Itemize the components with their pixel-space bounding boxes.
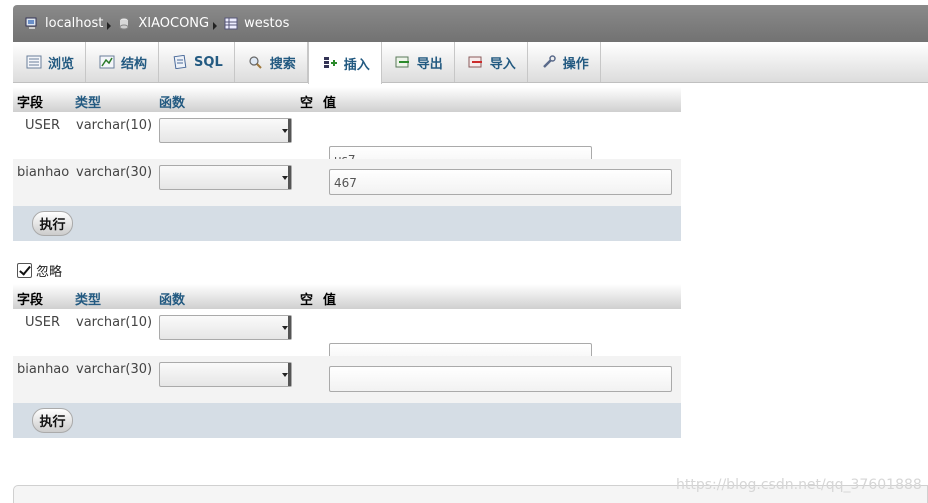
import-icon [468, 55, 484, 69]
column-header-type[interactable]: 类型 [75, 92, 101, 111]
chevron-down-icon [282, 176, 288, 180]
column-header-function[interactable]: 函数 [159, 289, 185, 308]
table-header: 字段 类型 函数 空 值 [13, 87, 681, 112]
tab-export-label: 导出 [416, 56, 443, 72]
execute-button[interactable]: 执行 [32, 408, 73, 433]
breadcrumb-table[interactable]: westos [224, 16, 289, 31]
field-type: varchar(30) [76, 165, 153, 180]
tab-export[interactable]: 导出 [382, 42, 455, 82]
breadcrumb-server[interactable]: localhost [25, 16, 103, 31]
breadcrumb-server-label: localhost [45, 16, 104, 31]
tab-sql[interactable]: SQL [159, 42, 235, 82]
tab-search-label: 搜索 [269, 56, 296, 72]
watermark: https://blog.csdn.net/qq_37601888 [676, 477, 922, 493]
function-select[interactable] [159, 315, 292, 340]
breadcrumb-separator-icon [107, 22, 112, 30]
field-type: varchar(30) [76, 362, 153, 377]
field-type: varchar(10) [76, 315, 153, 330]
column-header-value: 值 [323, 293, 337, 308]
ignore-option[interactable]: 忽略 [17, 261, 62, 280]
chevron-down-icon [282, 373, 288, 377]
execute-row: 执行 [13, 403, 681, 438]
insert-form-2: 字段 类型 函数 空 值 USER varchar(10) bianhao va… [13, 284, 681, 438]
tab-insert[interactable]: 插入 [307, 42, 382, 84]
insert-form-1: 字段 类型 函数 空 值 USER varchar(10) us7 bianha… [13, 87, 681, 241]
chevron-down-icon [282, 129, 288, 133]
value-input[interactable] [329, 366, 672, 392]
function-select[interactable] [159, 118, 292, 143]
breadcrumb-database-label: XIAOCONG [138, 16, 210, 31]
breadcrumb-table-label: westos [244, 16, 290, 31]
field-type: varchar(10) [76, 118, 153, 133]
tab-sql-label: SQL [194, 54, 223, 70]
tab-insert-label: 插入 [343, 57, 370, 73]
tab-browse[interactable]: 浏览 [13, 42, 87, 82]
breadcrumb-database[interactable]: XIAOCONG [118, 16, 209, 31]
column-header-function[interactable]: 函数 [159, 92, 185, 111]
tab-import-label: 导入 [489, 56, 516, 72]
breadcrumb: localhost XIAOCONG westos [13, 5, 928, 42]
tab-bar: 浏览 结构 SQL 搜索 插入 导出 导入 操作 [13, 42, 928, 84]
column-header-field: 字段 [17, 293, 44, 308]
wrench-icon [541, 55, 557, 69]
tab-structure-label: 结构 [121, 56, 148, 72]
table-row: USER varchar(10) us7 [13, 112, 681, 172]
table-row: bianhao varchar(30) [13, 356, 681, 403]
export-icon [395, 55, 411, 69]
tab-operations-label: 操作 [562, 56, 589, 72]
field-name: USER [25, 315, 61, 330]
tab-browse-label: 浏览 [48, 56, 75, 72]
value-input[interactable]: 467 [329, 169, 672, 195]
execute-button[interactable]: 执行 [32, 211, 73, 236]
breadcrumb-separator-icon [213, 22, 218, 30]
function-select[interactable] [159, 165, 292, 190]
table-row: USER varchar(10) [13, 309, 681, 369]
column-header-null: 空 [300, 293, 314, 308]
tab-operations[interactable]: 操作 [528, 42, 601, 82]
column-header-null: 空 [300, 96, 314, 111]
function-select[interactable] [159, 362, 292, 387]
ignore-checkbox[interactable] [17, 263, 32, 278]
ignore-label: 忽略 [36, 265, 63, 280]
tab-structure[interactable]: 结构 [86, 42, 160, 82]
database-icon [118, 17, 132, 30]
field-name: bianhao [17, 362, 70, 377]
tab-search[interactable]: 搜索 [235, 42, 308, 82]
table-row: bianhao varchar(30) 467 [13, 159, 681, 206]
tab-import[interactable]: 导入 [455, 42, 528, 82]
search-icon [248, 55, 264, 69]
sql-icon [172, 54, 188, 70]
field-name: bianhao [17, 165, 70, 180]
browse-icon [26, 55, 42, 69]
column-header-type[interactable]: 类型 [75, 289, 101, 308]
insert-icon [322, 56, 338, 70]
column-header-field: 字段 [17, 96, 44, 111]
column-header-value: 值 [323, 96, 337, 111]
table-header: 字段 类型 函数 空 值 [13, 284, 681, 309]
structure-icon [99, 55, 115, 69]
chevron-down-icon [282, 326, 288, 330]
server-icon [25, 17, 39, 30]
field-name: USER [25, 118, 61, 133]
table-icon [224, 17, 238, 30]
execute-row: 执行 [13, 206, 681, 241]
